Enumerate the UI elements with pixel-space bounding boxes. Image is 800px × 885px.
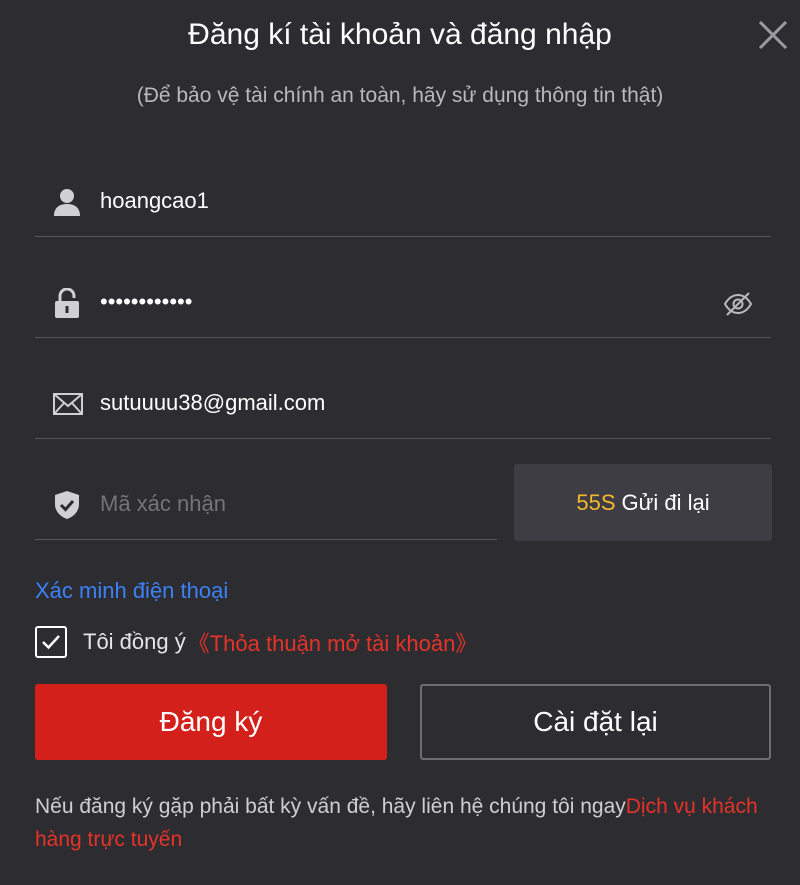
shield-check-icon — [53, 490, 81, 520]
agreement-text: Tôi đồng ý — [83, 629, 186, 654]
password-input[interactable]: •••••••••••• — [100, 289, 700, 315]
page-subtitle: (Để bảo vệ tài chính an toàn, hãy sử dụn… — [136, 84, 664, 107]
help-message: Nếu đăng ký gặp phải bất kỳ vấn đề, hãy … — [35, 795, 626, 818]
resend-code-button[interactable]: 55S Gửi đi lại — [514, 464, 772, 541]
agreement-row: Tôi đồng ý 《Thỏa thuận mở tài khoản》 — [35, 626, 477, 658]
help-text: Nếu đăng ký gặp phải bất kỳ vấn đề, hãy … — [35, 790, 775, 856]
eye-slash-icon[interactable] — [723, 291, 753, 317]
agreement-checkbox[interactable] — [35, 626, 67, 658]
user-icon — [53, 187, 81, 217]
verify-phone-link[interactable]: Xác minh điện thoại — [35, 578, 228, 604]
username-input[interactable] — [100, 188, 700, 214]
envelope-icon — [53, 389, 83, 419]
username-field — [35, 165, 771, 237]
email-field — [35, 367, 771, 439]
resend-countdown: 55S — [576, 489, 616, 515]
verification-code-field — [35, 468, 497, 540]
reset-button[interactable]: Cài đặt lại — [420, 684, 771, 760]
agreement-link[interactable]: 《Thỏa thuận mở tài khoản》 — [188, 626, 478, 658]
verification-code-input[interactable] — [100, 491, 480, 517]
password-field: •••••••••••• — [35, 266, 771, 338]
lock-icon — [53, 287, 81, 318]
register-button[interactable]: Đăng ký — [35, 684, 387, 760]
email-input[interactable] — [100, 390, 700, 416]
resend-label: Gửi đi lại — [621, 489, 710, 515]
close-icon[interactable] — [756, 18, 790, 52]
page-title: Đăng kí tài khoản và đăng nhập — [188, 18, 612, 51]
